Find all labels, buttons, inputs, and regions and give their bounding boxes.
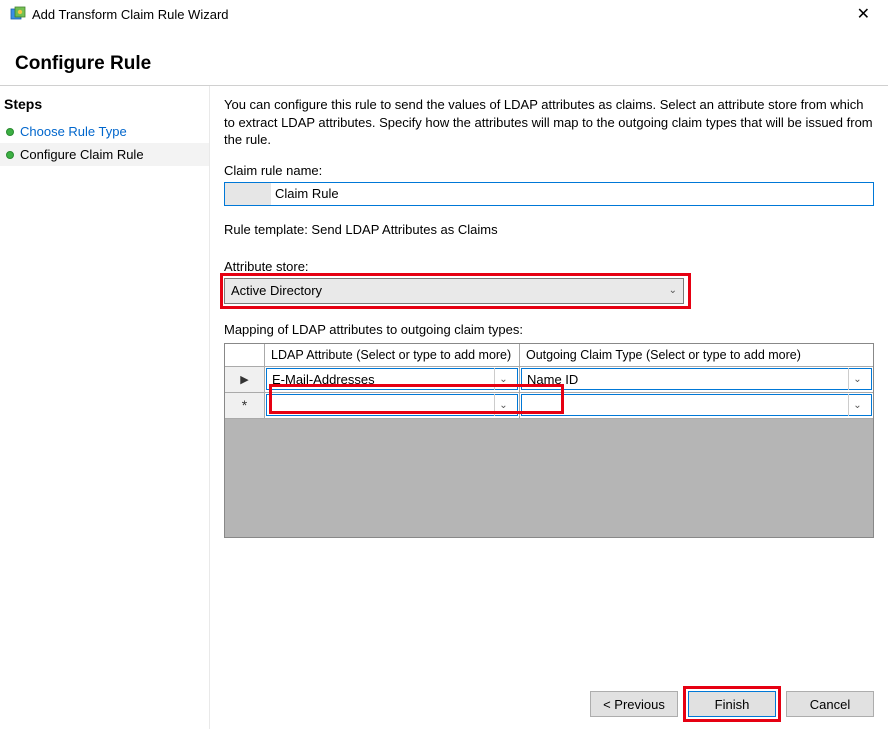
- main-area: Steps Choose Rule Type Configure Claim R…: [0, 85, 888, 729]
- attribute-store-label: Attribute store:: [224, 259, 874, 274]
- ldap-attribute-value: E-Mail-Addresses: [272, 372, 375, 387]
- step-configure-claim-rule[interactable]: Configure Claim Rule: [0, 143, 209, 166]
- steps-sidebar: Steps Choose Rule Type Configure Claim R…: [0, 86, 210, 729]
- claim-rule-name-label: Claim rule name:: [224, 163, 874, 178]
- cancel-button[interactable]: Cancel: [786, 691, 874, 717]
- window-title: Add Transform Claim Rule Wizard: [32, 7, 849, 22]
- outgoing-claim-header: Outgoing Claim Type (Select or type to a…: [520, 344, 873, 367]
- grid-row: * ⌄ ⌄: [225, 393, 873, 419]
- close-icon[interactable]: ✕: [849, 4, 878, 24]
- input-prefix-block: [225, 183, 271, 205]
- previous-button[interactable]: < Previous: [590, 691, 678, 717]
- step-label: Configure Claim Rule: [20, 147, 144, 162]
- ldap-attribute-cell[interactable]: ⌄: [265, 393, 520, 419]
- chevron-down-icon: ⌄: [848, 394, 866, 416]
- sidebar-title: Steps: [0, 92, 209, 120]
- rule-template-text: Rule template: Send LDAP Attributes as C…: [224, 222, 874, 237]
- finish-button[interactable]: Finish: [688, 691, 776, 717]
- row-indicator: ▶: [225, 367, 265, 393]
- content-panel: You can configure this rule to send the …: [210, 86, 888, 729]
- attribute-store-select[interactable]: Active Directory ⌄: [224, 278, 684, 304]
- attribute-store-value: Active Directory: [231, 283, 322, 298]
- attribute-store-wrap: Active Directory ⌄: [224, 278, 874, 304]
- claim-type-value: Name ID: [527, 372, 578, 387]
- row-indicator: *: [225, 393, 265, 419]
- page-title: Configure Rule: [0, 28, 888, 85]
- button-bar: < Previous Finish Cancel: [590, 691, 874, 717]
- description-text: You can configure this rule to send the …: [224, 96, 874, 149]
- row-indicator-header: [225, 344, 265, 367]
- step-bullet-icon: [6, 151, 14, 159]
- step-bullet-icon: [6, 128, 14, 136]
- ldap-attribute-cell[interactable]: E-Mail-Addresses ⌄: [265, 367, 520, 393]
- claim-rule-name-input[interactable]: [271, 183, 873, 205]
- step-choose-rule-type[interactable]: Choose Rule Type: [0, 120, 209, 143]
- chevron-down-icon: ⌄: [494, 368, 512, 390]
- chevron-down-icon: ⌄: [494, 394, 512, 416]
- claim-type-cell[interactable]: ⌄: [520, 393, 873, 419]
- mapping-grid: LDAP Attribute (Select or type to add mo…: [224, 343, 874, 538]
- grid-header-row: LDAP Attribute (Select or type to add mo…: [225, 344, 873, 367]
- wizard-icon: [10, 6, 26, 22]
- ldap-attribute-header: LDAP Attribute (Select or type to add mo…: [265, 344, 520, 367]
- grid-row: ▶ E-Mail-Addresses ⌄ Name ID ⌄: [225, 367, 873, 393]
- claim-rule-name-input-wrap: [224, 182, 874, 206]
- claim-type-cell[interactable]: Name ID ⌄: [520, 367, 873, 393]
- mapping-label: Mapping of LDAP attributes to outgoing c…: [224, 322, 874, 337]
- chevron-down-icon: ⌄: [669, 285, 677, 296]
- title-bar: Add Transform Claim Rule Wizard ✕: [0, 0, 888, 28]
- step-label: Choose Rule Type: [20, 124, 127, 139]
- chevron-down-icon: ⌄: [848, 368, 866, 390]
